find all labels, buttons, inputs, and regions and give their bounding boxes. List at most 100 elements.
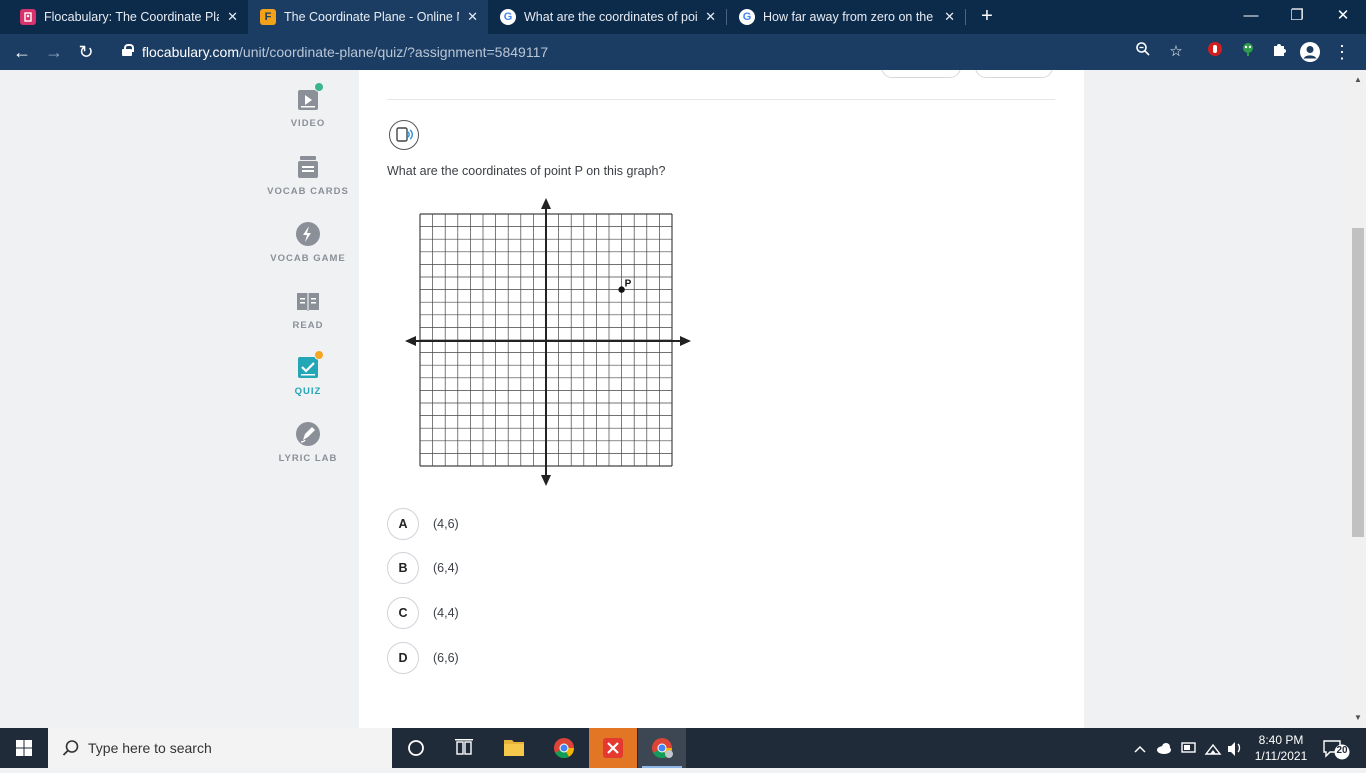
choice-letter: D (387, 642, 419, 674)
bookmark-star-icon[interactable]: ☆ (1165, 41, 1187, 63)
next-button[interactable] (975, 70, 1053, 78)
url-text[interactable]: flocabulary.com/unit/coordinate-plane/qu… (142, 44, 548, 60)
tab-close-icon[interactable]: ✕ (705, 9, 716, 25)
read-aloud-button[interactable] (389, 120, 419, 150)
scroll-up-arrow[interactable]: ▲ (1350, 72, 1366, 88)
choice-letter: C (387, 597, 419, 629)
profile-avatar-icon[interactable] (1299, 41, 1321, 63)
choice-text: (6,4) (433, 561, 459, 575)
extension-green-icon[interactable] (1237, 41, 1259, 63)
tab-close-icon[interactable]: ✕ (227, 9, 238, 25)
clock-date: 1/11/2021 (1254, 749, 1308, 763)
reload-button[interactable]: ↻ (74, 40, 98, 64)
wifi-icon (1204, 743, 1222, 755)
folder-icon (504, 740, 524, 756)
minimize-button[interactable]: — (1228, 0, 1274, 34)
tab-title: What are the coordinates of poin (524, 10, 698, 24)
task-view-button[interactable] (440, 728, 488, 768)
in-progress-badge (314, 350, 324, 360)
x-axis-left-arrow (405, 336, 416, 346)
tab-close-icon[interactable]: ✕ (944, 9, 955, 25)
lesson-sidebar: VIDEO VOCAB CARDS VOCAB GAME READ QUIZ L… (258, 70, 358, 728)
menu-icon[interactable]: ⋮ (1331, 41, 1353, 63)
tab-separator (965, 9, 966, 25)
question-text: What are the coordinates of point P on t… (387, 164, 666, 178)
answer-choice-d[interactable]: D (6,6) (387, 642, 459, 674)
scroll-down-arrow[interactable]: ▼ (1350, 710, 1366, 726)
video-icon (295, 82, 324, 112)
y-axis-bottom-arrow (541, 475, 551, 486)
quiz-icon (295, 350, 324, 380)
vocab-cards-icon (295, 154, 321, 180)
chrome-icon (554, 738, 575, 759)
sidebar-item-quiz[interactable]: QUIZ (258, 350, 358, 397)
pen-icon (295, 421, 321, 447)
sidebar-item-read[interactable]: READ (258, 288, 358, 331)
close-window-button[interactable]: ✕ (1320, 0, 1366, 34)
tab-close-icon[interactable]: ✕ (467, 9, 478, 25)
windows-taskbar: Type here to search 8:40 PM 1/11/2021 20 (0, 728, 1366, 768)
sidebar-item-lyric-lab[interactable]: LYRIC LAB (258, 421, 358, 464)
answer-choice-c[interactable]: C (4,4) (387, 597, 459, 629)
book-icon (295, 288, 321, 314)
tab-flocabulary[interactable]: Flocabulary: The Coordinate Plan ✕ (8, 0, 248, 34)
point-p-label: P (625, 279, 632, 290)
new-tab-button[interactable]: + (976, 5, 998, 27)
y-axis-top-arrow (541, 198, 551, 209)
notification-count: 20 (1336, 745, 1348, 756)
x-app-icon (603, 738, 623, 758)
tab-title: How far away from zero on the y (763, 10, 937, 24)
sidebar-item-vocab-cards[interactable]: VOCAB CARDS (258, 154, 358, 197)
file-explorer-button[interactable] (490, 728, 538, 768)
cortana-button[interactable] (392, 728, 440, 768)
chrome-active-taskbar-button[interactable] (638, 728, 686, 768)
google-icon: G (500, 9, 516, 25)
chrome-icon (652, 738, 673, 759)
address-bar[interactable]: flocabulary.com/unit/coordinate-plane/qu… (108, 38, 1198, 66)
chrome-taskbar-button[interactable] (540, 728, 588, 768)
previous-button[interactable] (881, 70, 961, 78)
answer-choice-b[interactable]: B (6,4) (387, 552, 459, 584)
quiz-panel: What are the coordinates of point P on t… (359, 70, 1084, 728)
restore-button[interactable]: ❐ (1274, 0, 1320, 34)
task-view-icon (455, 739, 473, 755)
tab-coordinate-plane[interactable]: F The Coordinate Plane - Online M ✕ (248, 0, 488, 34)
extension-red-icon[interactable] (1204, 41, 1226, 63)
taskbar-search-input[interactable]: Type here to search (48, 728, 392, 768)
sidebar-item-video[interactable]: VIDEO (258, 82, 358, 129)
onedrive-cloud-icon (1157, 743, 1171, 754)
choice-letter: B (387, 552, 419, 584)
browser-toolbar: ← → ↻ flocabulary.com/unit/coordinate-pl… (0, 34, 1366, 70)
tab-title: The Coordinate Plane - Online M (284, 10, 460, 24)
choice-text: (4,4) (433, 606, 459, 620)
battery-icon (1181, 742, 1196, 753)
sidebar-item-label: VOCAB GAME (270, 253, 346, 264)
lightning-icon (295, 221, 321, 247)
zoom-icon[interactable] (1132, 41, 1154, 63)
choice-letter: A (387, 508, 419, 540)
cortana-circle-icon (408, 740, 424, 756)
scroll-thumb[interactable] (1352, 228, 1364, 537)
sidebar-item-vocab-game[interactable]: VOCAB GAME (258, 221, 358, 264)
google-icon: G (739, 9, 755, 25)
search-icon (62, 740, 79, 756)
x-axis-right-arrow (680, 336, 691, 346)
answer-choice-a[interactable]: A (4,6) (387, 508, 459, 540)
sidebar-item-label: VIDEO (290, 118, 326, 129)
volume-icon (1228, 742, 1241, 756)
flocabulary-icon (20, 9, 36, 25)
page-scrollbar[interactable]: ▲ ▼ (1350, 70, 1366, 728)
extensions-puzzle-icon[interactable] (1268, 41, 1290, 63)
clock-time: 8:40 PM (1258, 733, 1304, 747)
sidebar-item-label: READ (292, 320, 324, 331)
forward-button[interactable]: → (42, 40, 66, 64)
notifications-button[interactable]: 20 (1322, 738, 1352, 760)
search-placeholder: Type here to search (88, 740, 212, 756)
back-button[interactable]: ← (10, 40, 34, 64)
sidebar-item-label: QUIZ (294, 386, 322, 397)
start-button[interactable] (0, 728, 48, 768)
taskbar-clock[interactable]: 8:40 PM 1/11/2021 (1252, 732, 1310, 764)
tab-google-search-2[interactable]: G How far away from zero on the y ✕ (727, 0, 965, 34)
tab-google-search-1[interactable]: G What are the coordinates of poin ✕ (488, 0, 726, 34)
x-app-taskbar-button[interactable] (589, 728, 637, 768)
